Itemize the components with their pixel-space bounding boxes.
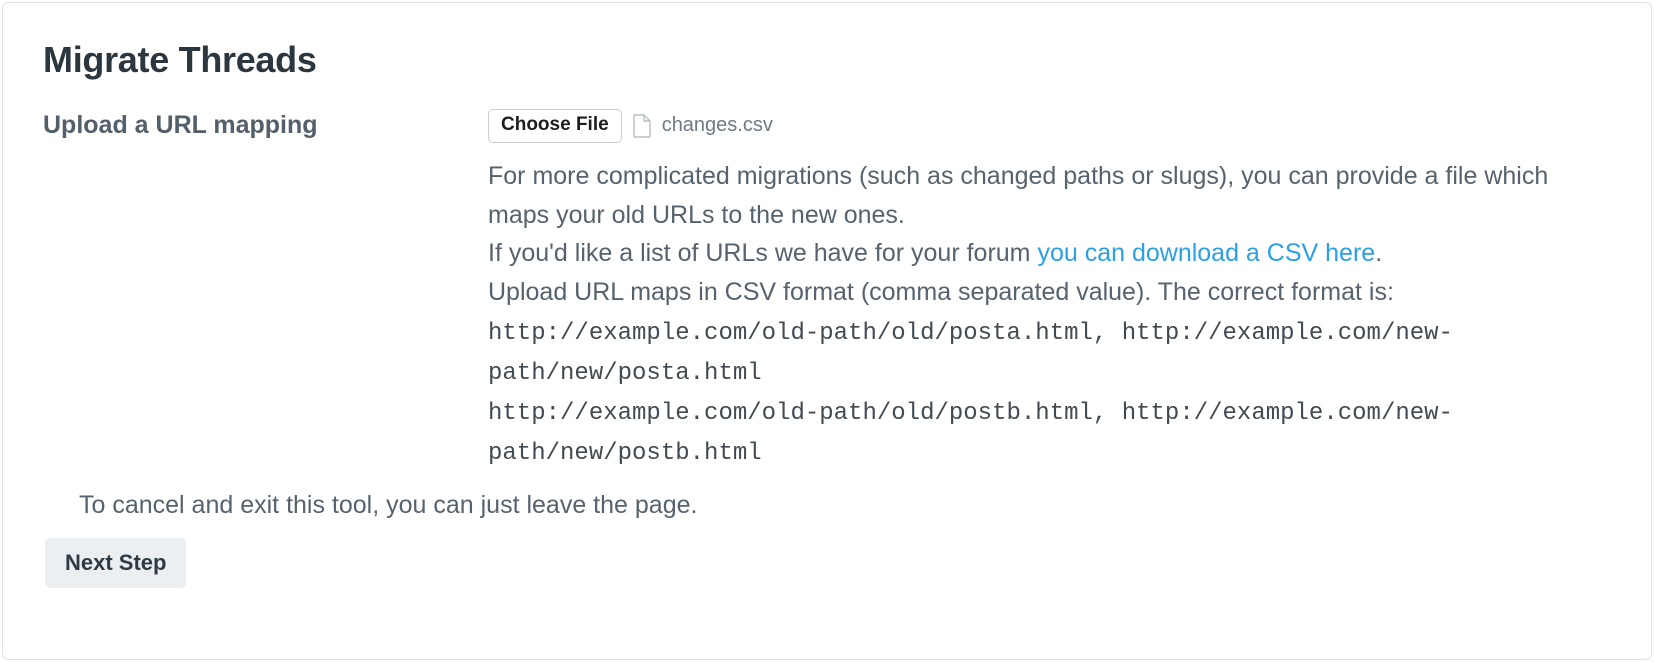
upload-row: Upload a URL mapping Choose File changes… [43,109,1611,473]
upload-label-col: Upload a URL mapping [43,109,488,140]
next-step-button[interactable]: Next Step [45,538,186,588]
selected-file-name: changes.csv [662,114,773,137]
file-input-line: Choose File changes.csv [488,109,1611,143]
migrate-threads-card: Migrate Threads Upload a URL mapping Cho… [2,2,1652,660]
format-example-1: http://example.com/old-path/old/posta.ht… [488,320,1453,387]
desc-line2-prefix: If you'd like a list of URLs we have for… [488,239,1037,267]
desc-line1: For more complicated migrations (such as… [488,162,1548,229]
download-csv-link[interactable]: you can download a CSV here [1037,239,1375,267]
upload-label: Upload a URL mapping [43,111,488,140]
file-icon [632,114,652,138]
format-example-2: http://example.com/old-path/old/postb.ht… [488,400,1453,467]
upload-description: For more complicated migrations (such as… [488,157,1611,473]
exit-hint: To cancel and exit this tool, you can ju… [79,491,1611,520]
page-title: Migrate Threads [43,39,1611,81]
choose-file-button[interactable]: Choose File [488,109,622,143]
period: . [1375,239,1382,267]
desc-line3: Upload URL maps in CSV format (comma sep… [488,278,1394,306]
upload-content: Choose File changes.csv For more complic… [488,109,1611,473]
